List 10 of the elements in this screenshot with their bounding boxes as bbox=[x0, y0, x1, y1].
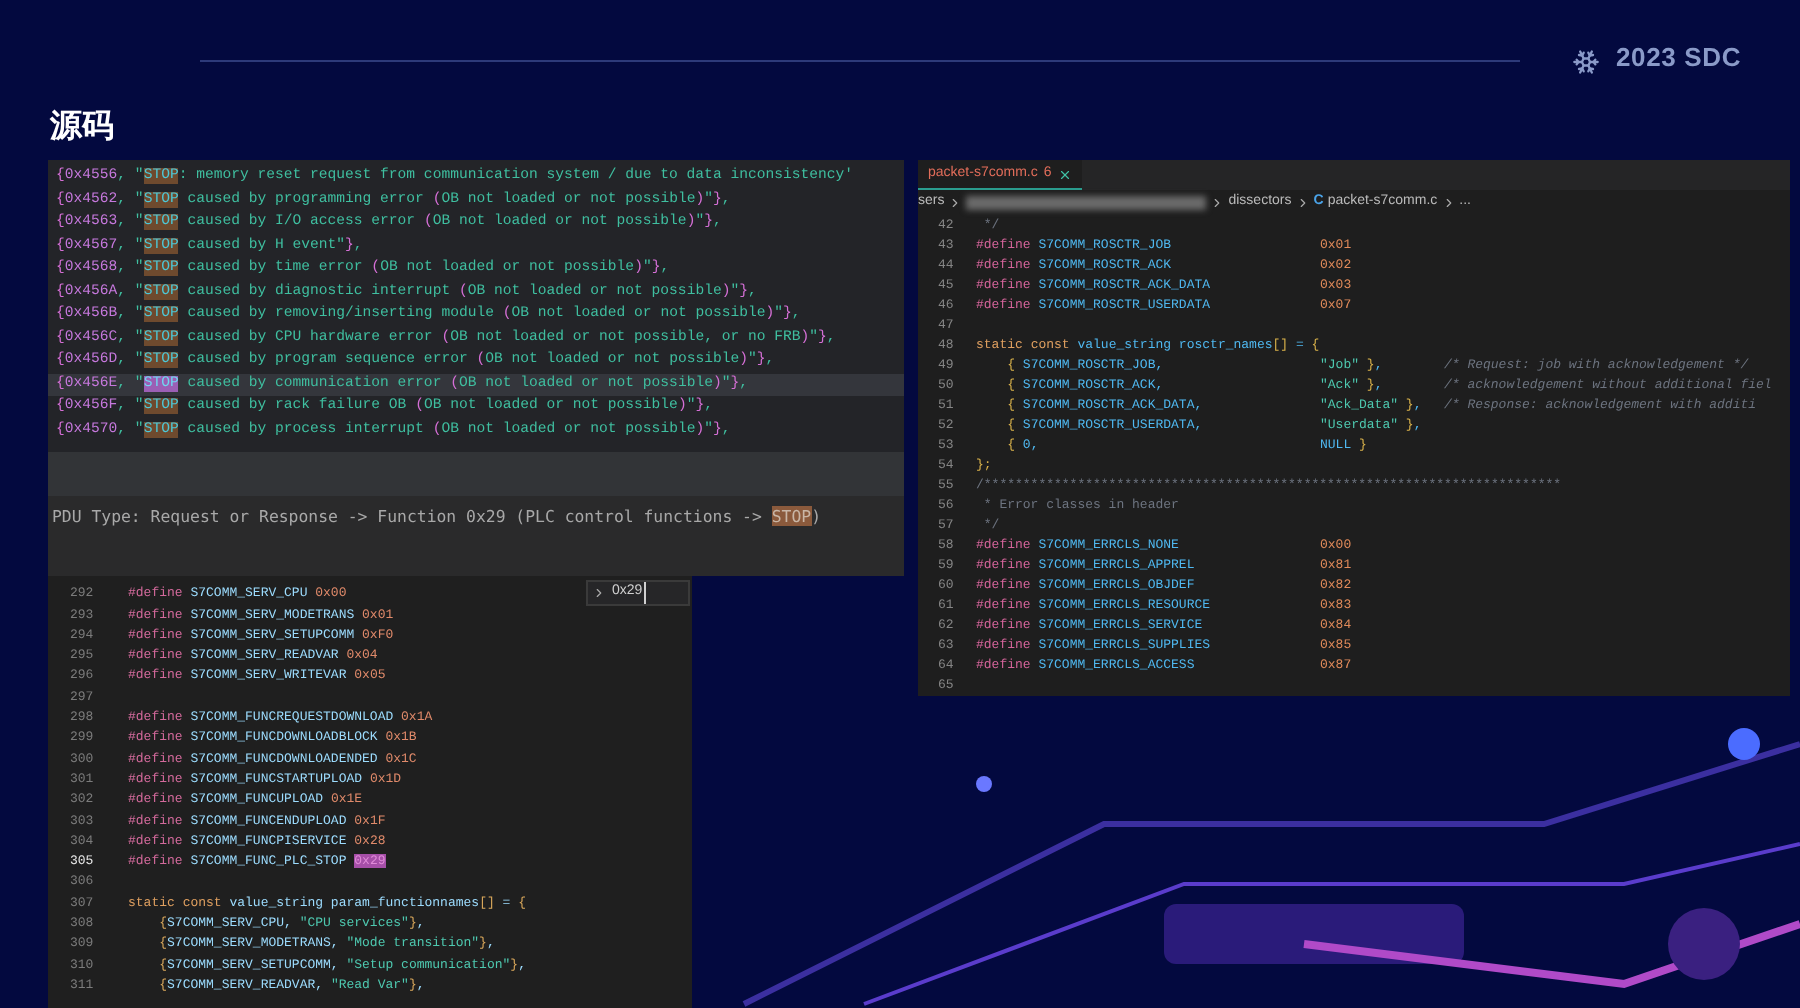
chevron-icon bbox=[948, 195, 963, 209]
chevron-icon bbox=[1210, 195, 1225, 209]
slide-title: 源码 bbox=[50, 107, 114, 148]
snowflake-icon bbox=[1572, 48, 1600, 76]
tree-line: PDU Type: Request or Response -> Function 0x29 (PLC control functions -> STOP) bbox=[50, 504, 823, 530]
close-icon[interactable] bbox=[1057, 167, 1072, 181]
brand-label: 2023 SDC bbox=[1616, 39, 1742, 75]
chevron-icon bbox=[1295, 195, 1310, 209]
chevron-icon bbox=[1441, 195, 1456, 209]
chevron-icon[interactable] bbox=[592, 586, 606, 600]
